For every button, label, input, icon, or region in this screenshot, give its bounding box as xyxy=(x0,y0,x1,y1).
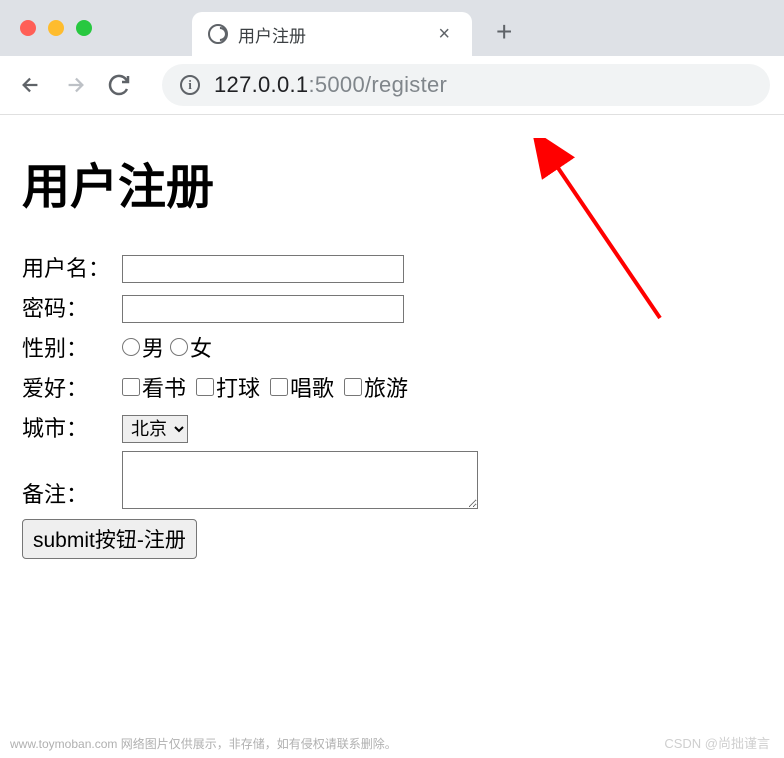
gender-male-option[interactable]: 男 xyxy=(122,331,164,363)
hobby-sing-checkbox[interactable] xyxy=(270,378,288,396)
password-label: 密码： xyxy=(22,291,122,323)
hobby-sing-option[interactable]: 唱歌 xyxy=(270,371,334,403)
traffic-lights xyxy=(0,20,112,36)
gender-label: 性别： xyxy=(22,331,122,363)
window-close-button[interactable] xyxy=(20,20,36,36)
submit-button[interactable]: submit按钮-注册 xyxy=(22,519,197,559)
hobby-travel-option[interactable]: 旅游 xyxy=(344,371,408,403)
browser-tab[interactable]: 用户注册 × xyxy=(192,12,472,56)
window-minimize-button[interactable] xyxy=(48,20,64,36)
hobby-travel-checkbox[interactable] xyxy=(344,378,362,396)
remark-textarea[interactable] xyxy=(122,451,478,509)
remark-label: 备注： xyxy=(22,477,122,509)
site-info-icon[interactable]: i xyxy=(180,75,200,95)
window-maximize-button[interactable] xyxy=(76,20,92,36)
city-select[interactable]: 北京 xyxy=(122,415,188,443)
hobby-read-checkbox[interactable] xyxy=(122,378,140,396)
hobby-ball-option[interactable]: 打球 xyxy=(196,371,260,403)
hobby-read-option[interactable]: 看书 xyxy=(122,371,186,403)
tab-close-button[interactable]: × xyxy=(432,23,456,46)
gender-male-radio[interactable] xyxy=(122,338,140,356)
nav-bar: i 127.0.0.1:5000/register xyxy=(0,56,784,114)
tab-title: 用户注册 xyxy=(238,22,422,47)
forward-button[interactable] xyxy=(58,68,92,102)
back-button[interactable] xyxy=(14,68,48,102)
password-input[interactable] xyxy=(122,295,404,323)
hobby-label: 爱好： xyxy=(22,371,122,403)
city-label: 城市： xyxy=(22,411,122,443)
page-content: 用户注册 用户名： 密码： 性别： 男 女 爱好： 看书 xyxy=(0,115,784,591)
watermark-left: www.toymoban.com 网络图片仅供展示，非存储，如有侵权请联系删除。 xyxy=(10,735,397,752)
gender-female-radio[interactable] xyxy=(170,338,188,356)
globe-icon xyxy=(208,24,228,44)
tab-bar: 用户注册 × + xyxy=(0,0,784,56)
username-label: 用户名： xyxy=(22,251,122,283)
gender-female-option[interactable]: 女 xyxy=(170,331,212,363)
reload-button[interactable] xyxy=(102,68,136,102)
page-title: 用户注册 xyxy=(22,147,762,217)
url-text: 127.0.0.1:5000/register xyxy=(214,72,447,98)
address-bar[interactable]: i 127.0.0.1:5000/register xyxy=(162,64,770,106)
username-input[interactable] xyxy=(122,255,404,283)
hobby-ball-checkbox[interactable] xyxy=(196,378,214,396)
watermark-right: CSDN @尚拙谨言 xyxy=(664,733,770,752)
new-tab-button[interactable]: + xyxy=(472,16,536,48)
